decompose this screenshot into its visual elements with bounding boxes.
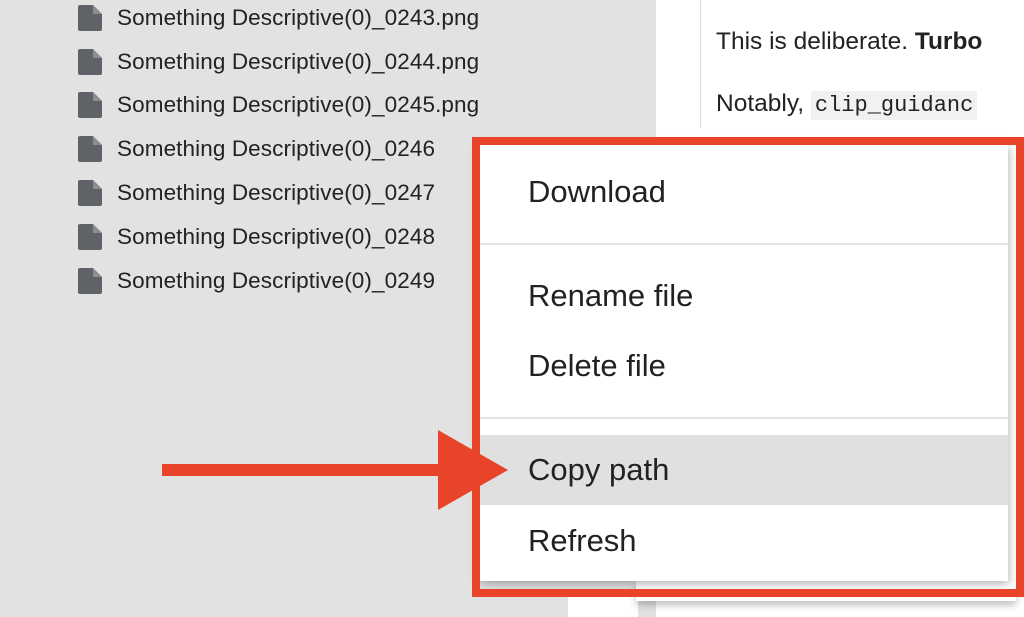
file-row[interactable]: Something Descriptive(0)_0243.png — [78, 2, 638, 34]
menu-item-download[interactable]: Download — [480, 163, 1008, 221]
file-icon — [78, 136, 102, 162]
menu-item-label: Download — [528, 174, 666, 209]
annotation-arrow-icon — [162, 430, 508, 510]
context-menu: Download Rename file Delete file Copy pa… — [480, 145, 1008, 581]
menu-divider — [480, 243, 1008, 245]
menu-item-delete[interactable]: Delete file — [480, 337, 1008, 395]
notebook-text-prefix: Notably, — [716, 90, 811, 117]
notebook-text-prefix: This is deliberate. — [716, 28, 915, 55]
notebook-text-bold: Turbo — [914, 28, 983, 55]
menu-item-label: Delete file — [528, 348, 666, 383]
file-name: Something Descriptive(0)_0248 — [117, 224, 436, 249]
menu-shadow — [636, 581, 1016, 601]
menu-divider — [480, 417, 1008, 419]
file-icon — [78, 268, 102, 294]
file-icon — [78, 92, 102, 118]
notebook-link[interactable] — [1014, 522, 1024, 552]
menu-item-label: Rename file — [528, 278, 694, 313]
inline-code: clip_guidanc — [810, 91, 978, 120]
menu-item-rename[interactable]: Rename file — [480, 267, 1008, 325]
file-name: Something Descriptive(0)_0244.png — [117, 49, 480, 74]
file-name: Something Descriptive(0)_0247 — [117, 180, 436, 205]
file-name: Something Descriptive(0)_0249 — [117, 268, 436, 293]
notebook-text-line: This is deliberate. Turbo — [716, 28, 982, 56]
file-name: Something Descriptive(0)_0245.png — [117, 92, 480, 117]
notebook-text-line: Notably, clip_guidanc — [716, 90, 978, 120]
menu-item-copy-path[interactable]: Copy path — [480, 435, 1008, 505]
file-row[interactable]: Something Descriptive(0)_0245.png — [78, 89, 638, 121]
file-icon — [78, 5, 102, 31]
file-icon — [78, 224, 102, 250]
file-name: Something Descriptive(0)_0243.png — [117, 5, 480, 30]
file-icon — [78, 180, 102, 206]
file-row[interactable]: Something Descriptive(0)_0244.png — [78, 46, 638, 78]
file-name: Something Descriptive(0)_0246 — [117, 136, 436, 161]
panel-gap — [568, 597, 638, 617]
menu-item-label: Copy path — [528, 452, 670, 487]
menu-item-refresh[interactable]: Refresh — [480, 511, 1008, 571]
file-icon — [78, 49, 102, 75]
menu-item-label: Refresh — [528, 523, 637, 558]
